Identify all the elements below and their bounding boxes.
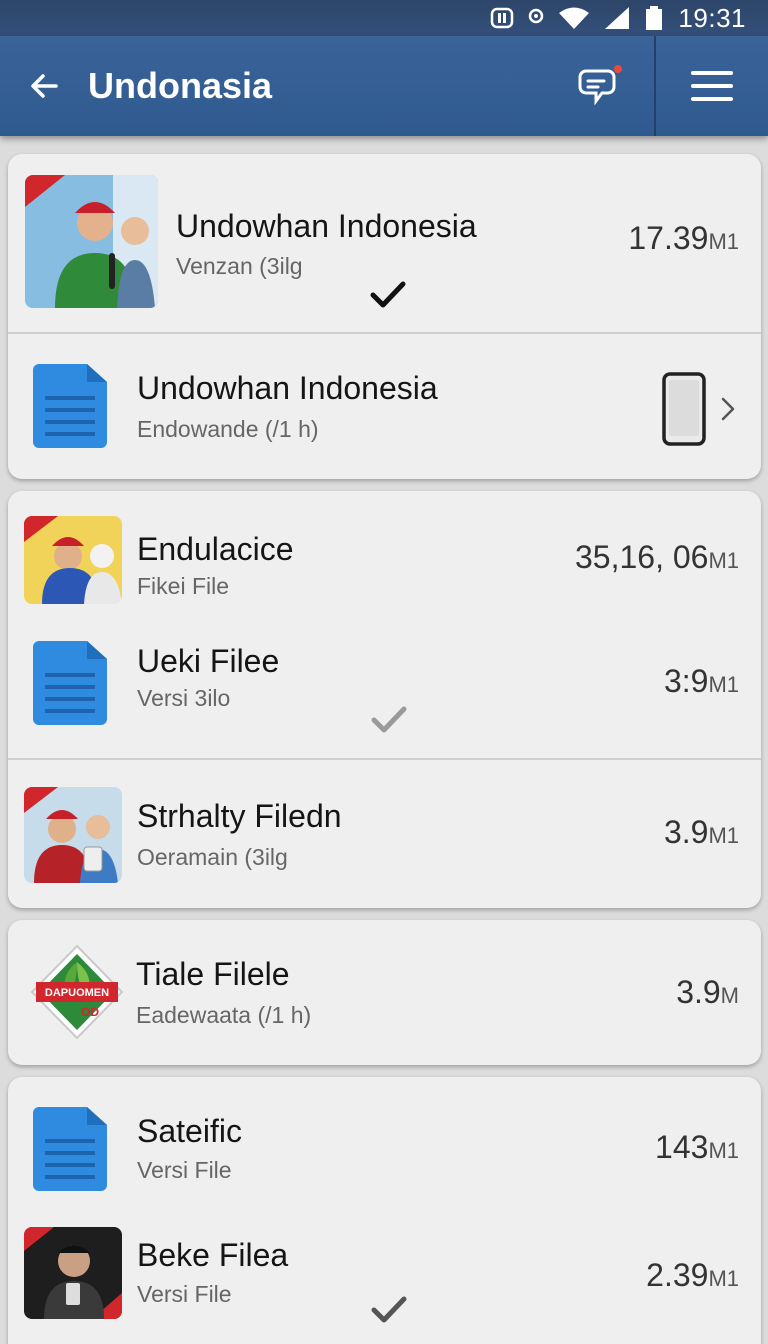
file-card: DAPUOMEN OD Tiale Filele Eadewaata (/1 h… — [8, 920, 761, 1065]
chat-button[interactable] — [556, 36, 646, 136]
file-title: Sateific — [137, 1113, 242, 1149]
list-item[interactable]: Strhalty Filedn Oeramain (3ilg 3.9M1 — [8, 758, 761, 908]
svg-text:OD: OD — [81, 1005, 99, 1019]
status-clock: 19:31 — [678, 2, 746, 33]
file-title: Strhalty Filedn — [137, 798, 342, 834]
status-bar: 19:31 — [0, 0, 768, 36]
file-title: Ueki Filee — [137, 643, 280, 679]
hamburger-menu-icon — [691, 71, 733, 101]
file-size-value: 2.39 — [646, 1257, 709, 1293]
file-title: Undowhan Indonesia — [137, 370, 438, 406]
file-size-unit: M1 — [708, 823, 739, 848]
file-subtitle: Versi File — [137, 1157, 232, 1183]
nfc-icon — [490, 7, 514, 29]
file-size-unit: M — [720, 983, 739, 1008]
menu-button[interactable] — [656, 36, 768, 136]
file-size-unit: M1 — [708, 229, 739, 254]
list-item[interactable]: Sateific Versi File 143M1 — [8, 1077, 761, 1207]
file-size-unit: M1 — [708, 548, 739, 573]
file-size: 35,16, 06M1 — [575, 539, 739, 576]
list-item[interactable]: Ueki Filee Versi 3ilo 3:9M1 — [8, 617, 761, 758]
file-size-unit: M1 — [708, 672, 739, 697]
chat-notification-icon — [578, 65, 622, 106]
file-size: 2.39M1 — [646, 1257, 739, 1294]
document-icon — [33, 641, 107, 725]
file-size-value: 17.39 — [628, 220, 709, 256]
wifi-icon — [558, 6, 590, 30]
file-card: Undowhan Indonesia Venzan (3ilg 17.39M1 … — [8, 154, 761, 479]
check-icon — [370, 281, 406, 308]
document-icon — [33, 364, 107, 448]
file-title: Endulacice — [137, 531, 294, 567]
phone-icon — [662, 372, 706, 446]
file-card: Endulacice Fikei File 35,16, 06M1 Ueki F… — [8, 491, 761, 908]
file-size-value: 3.9 — [676, 974, 721, 1010]
file-size: 3.9M — [676, 974, 739, 1011]
file-size-unit: M1 — [708, 1138, 739, 1163]
photo-thumbnail — [25, 175, 158, 308]
check-icon — [371, 1296, 407, 1323]
document-icon — [33, 1107, 107, 1191]
file-size: 3.9M1 — [664, 814, 739, 851]
battery-icon — [644, 5, 664, 31]
photo-thumbnail — [24, 787, 122, 883]
photo-thumbnail — [24, 516, 122, 604]
file-size-value: 3:9 — [663, 663, 709, 699]
page-title: Undonasia — [88, 65, 273, 106]
file-size-value: 143 — [655, 1129, 709, 1165]
file-title: Beke Filea — [137, 1237, 289, 1273]
file-subtitle: Versi 3ilo — [137, 685, 231, 711]
file-subtitle: Eadewaata (/1 h) — [136, 1002, 312, 1028]
photo-thumbnail — [24, 1227, 122, 1319]
file-card: Sateific Versi File 143M1 Beke Filea Ver… — [8, 1077, 761, 1344]
file-size-unit: M1 — [708, 1266, 739, 1291]
signal-icon — [604, 6, 630, 30]
file-subtitle: Oeramain (3ilg — [137, 844, 288, 870]
list-item[interactable]: Endulacice Fikei File 35,16, 06M1 — [8, 491, 761, 617]
file-title: Tiale Filele — [136, 956, 290, 992]
file-size: 3:9M1 — [664, 663, 739, 700]
svg-text:DAPUOMEN: DAPUOMEN — [45, 987, 109, 999]
arrow-left-icon — [31, 74, 58, 98]
list-item[interactable]: Beke Filea Versi File 2.39M1 — [8, 1207, 761, 1344]
file-size-value: 35,16, 06 — [574, 539, 709, 575]
file-subtitle: Endowande (/1 h) — [137, 416, 319, 442]
back-button[interactable] — [0, 36, 88, 136]
chevron-right-icon[interactable] — [720, 396, 736, 422]
list-item[interactable]: Undowhan Indonesia Venzan (3ilg 17.39M1 — [8, 154, 761, 332]
location-icon — [528, 8, 544, 28]
file-subtitle: Versi File — [137, 1281, 232, 1307]
list-item[interactable]: Undowhan Indonesia Endowande (/1 h) — [8, 332, 761, 479]
file-size: 17.39M1 — [628, 220, 739, 257]
list-item[interactable]: DAPUOMEN OD Tiale Filele Eadewaata (/1 h… — [8, 920, 761, 1065]
app-bar: Undonasia — [0, 36, 768, 136]
file-size-value: 3.9 — [663, 814, 709, 850]
file-title: Undowhan Indonesia — [176, 208, 477, 244]
check-icon — [371, 706, 407, 733]
file-subtitle: Fikei File — [137, 573, 230, 599]
file-size: 143M1 — [655, 1129, 739, 1166]
logo-badge: DAPUOMEN OD — [30, 944, 124, 1040]
file-subtitle: Venzan (3ilg — [176, 253, 303, 279]
